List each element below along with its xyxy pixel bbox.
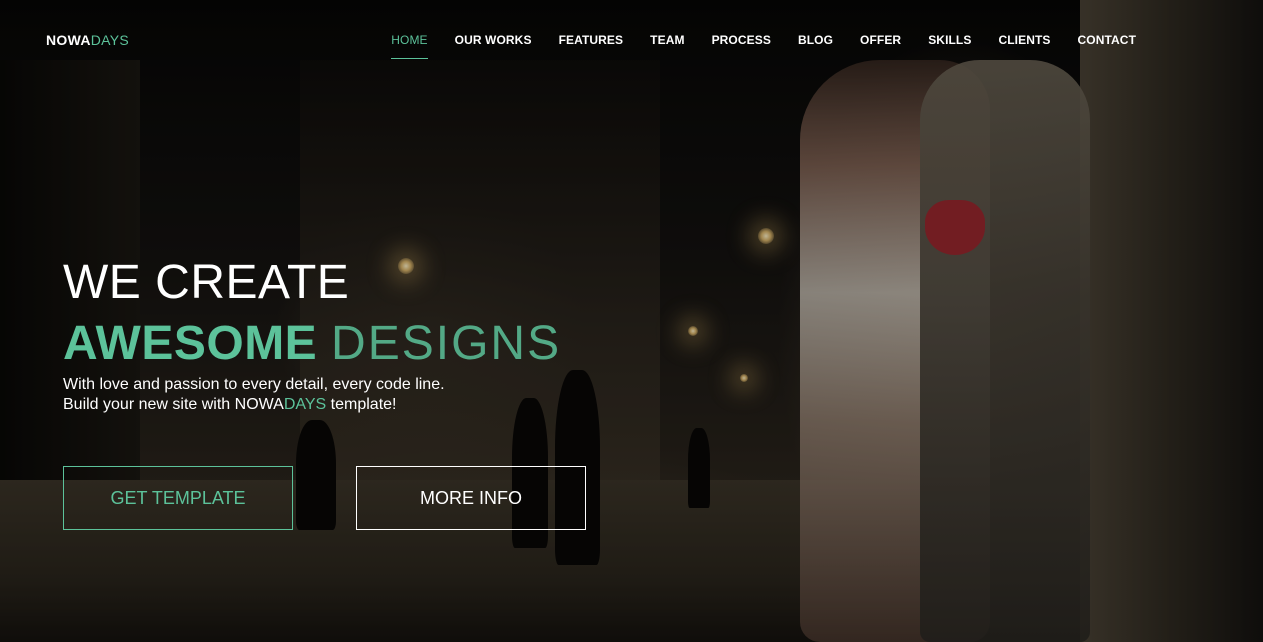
hero-description-line1: With love and passion to every detail, e… xyxy=(63,376,445,393)
headline-light-word: DESIGNS xyxy=(331,317,562,370)
nav-item-skills[interactable]: SKILLS xyxy=(928,33,971,59)
headline-strong-word: AWESOME xyxy=(63,317,318,370)
nav-item-clients[interactable]: CLIENTS xyxy=(998,33,1050,59)
nav-item-our-works[interactable]: OUR WORKS xyxy=(455,33,532,59)
nav-item-offer[interactable]: OFFER xyxy=(860,33,901,59)
hero-description-prefix: Build your new site with xyxy=(63,396,235,413)
hero-headline-line1: WE CREATE xyxy=(63,256,350,309)
nav-item-home[interactable]: HOME xyxy=(391,33,429,59)
logo-main: NOWA xyxy=(46,32,91,48)
nav-item-features[interactable]: FEATURES xyxy=(559,33,624,59)
get-template-button[interactable]: GET TEMPLATE xyxy=(63,466,293,530)
nav-item-contact[interactable]: CONTACT xyxy=(1078,33,1136,59)
main-navigation: HOME OUR WORKS FEATURES TEAM PROCESS BLO… xyxy=(391,33,1136,59)
site-logo[interactable]: NOWADAYS xyxy=(46,32,129,48)
hero-description-brand-main: NOWA xyxy=(234,396,284,413)
hero-description-suffix: template! xyxy=(326,396,397,413)
logo-accent: DAYS xyxy=(90,32,130,48)
nav-item-process[interactable]: PROCESS xyxy=(712,33,771,59)
nav-item-blog[interactable]: BLOG xyxy=(798,33,833,59)
hero-headline-line2: AWESOME DESIGNS xyxy=(63,316,561,371)
more-info-button[interactable]: MORE INFO xyxy=(356,466,586,530)
hero-description: With love and passion to every detail, e… xyxy=(63,375,445,415)
nav-item-team[interactable]: TEAM xyxy=(650,33,684,59)
hero-description-brand-accent: DAYS xyxy=(283,396,327,413)
